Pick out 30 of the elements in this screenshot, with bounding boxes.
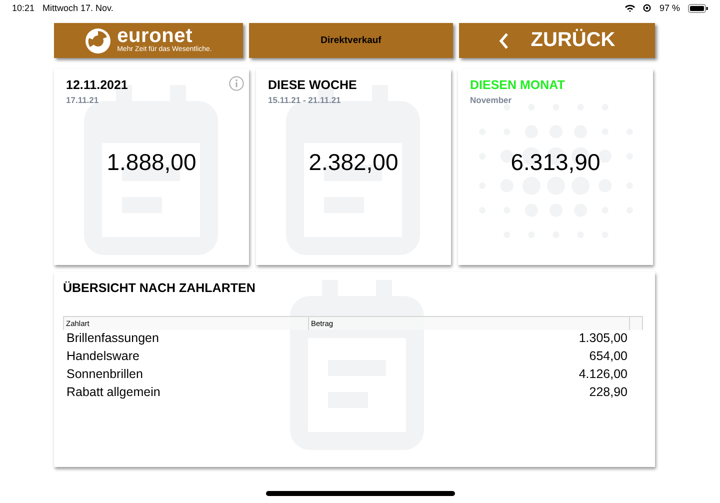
card-subtitle: 17.11.21 (66, 95, 99, 105)
location-icon (643, 4, 652, 12)
card-title: DIESEN MONAT (470, 78, 565, 92)
back-button[interactable]: ZURÜCK (459, 23, 655, 58)
card-subtitle: November (470, 95, 512, 105)
chevron-left-icon (498, 32, 509, 48)
panel-title: ÜBERSICHT NACH ZAHLARTEN (63, 281, 256, 295)
card-title: DIESE WOCHE (268, 78, 357, 92)
card-value: 2.382,00 (308, 149, 400, 176)
table-cell-text: Rabatt allgemein (66, 384, 162, 401)
status-time: 10:21 (12, 3, 35, 13)
card-value: 6.313,90 (510, 149, 602, 176)
status-date: Mittwoch 17. Nov. (42, 3, 114, 13)
card-value: 1.888,00 (106, 149, 198, 176)
logo-mark-icon (85, 28, 112, 54)
info-icon[interactable] (229, 76, 244, 91)
card-title: 12.11.2021 (66, 78, 128, 92)
logo-text: euronet (117, 27, 193, 45)
battery-icon (688, 4, 708, 12)
table-cell-text: 654,00 (588, 348, 628, 365)
table-cell: 1.305,00 (308, 330, 630, 348)
card-subtitle: 15.11.21 - 21.11.21 (268, 95, 341, 105)
header-title: Direktverkauf (249, 23, 453, 58)
table-cell: Brillenfassungen (64, 330, 308, 348)
battery-percent: 97 % (659, 3, 680, 13)
wifi-icon (625, 4, 636, 12)
table-cell-text: Handelsware (66, 348, 140, 365)
table-cell-text: 228,90 (588, 384, 628, 401)
table-cell-text: Sonnenbrillen (66, 366, 144, 383)
table-cell-text: 4.126,00 (578, 366, 628, 383)
